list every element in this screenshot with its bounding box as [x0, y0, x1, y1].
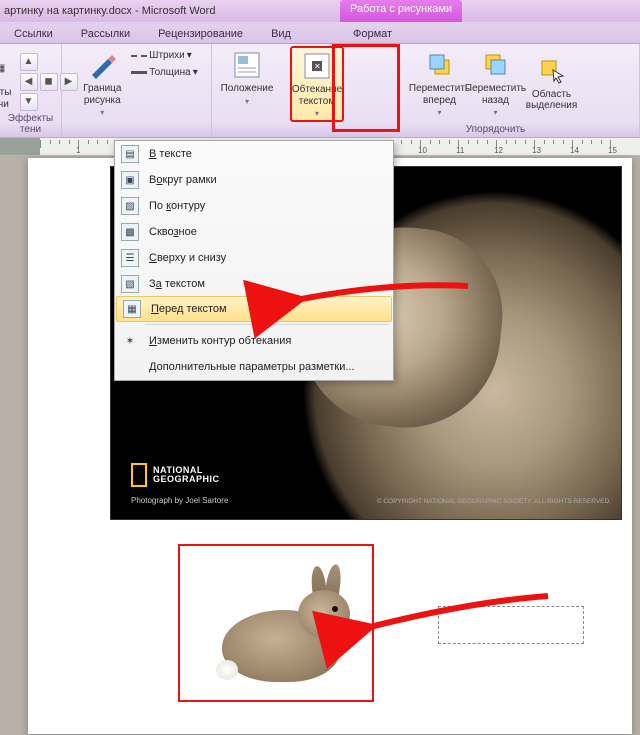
tab-mailings[interactable]: Рассылки [67, 25, 144, 43]
send-backward-icon [480, 49, 512, 81]
selection-pane-icon [536, 55, 568, 87]
infront-icon: ▦ [123, 300, 141, 318]
menu-item-edit-wrap-points[interactable]: ✶Изменить контур обтекания [115, 328, 393, 354]
annotation-arrow-to-rabbit [358, 590, 558, 650]
menu-item-topbottom[interactable]: ☰Сверху и снизу [115, 245, 393, 271]
position-button[interactable]: Положение▾ [220, 46, 274, 109]
shadow-icon: ▦ [0, 53, 17, 85]
titlebar: артинку на картинку.docx - Microsoft Wor… [0, 0, 640, 22]
nudge-down-button[interactable]: ▼ [20, 93, 38, 111]
shadow-effects-button[interactable]: ▦ екты ени [0, 50, 18, 113]
square-icon: ▣ [121, 171, 139, 189]
photo-copyright: © COPYRIGHT NATIONAL GEOGRAPHIC SOCIETY.… [377, 498, 611, 505]
tab-references[interactable]: Ссылки [0, 25, 67, 43]
tab-format[interactable]: Формат [339, 25, 406, 43]
menu-item-inline[interactable]: ▤В тексте [115, 141, 393, 167]
topbottom-icon: ☰ [121, 249, 139, 267]
through-icon: ▩ [121, 223, 139, 241]
rabbit-illustration [196, 564, 356, 690]
contextual-tab-group: Работа с рисунками [340, 0, 462, 22]
tab-view[interactable]: Вид [257, 25, 305, 43]
group-shadow-effects: ▦ екты ени ▲ ◀ ◼ ▶ ▼ Эффекты тени [0, 44, 62, 137]
weight-button[interactable]: Толщина ▾ [131, 67, 197, 78]
menu-separator [145, 324, 389, 325]
group-position: Положение▾ [212, 44, 282, 137]
menu-item-more-layout[interactable]: Дополнительные параметры разметки... [115, 354, 393, 380]
edit-points-icon: ✶ [121, 332, 139, 350]
selection-pane-button[interactable]: Область выделения [525, 52, 579, 115]
photo-credit: Photograph by Joel Sartore [131, 496, 228, 505]
natgeo-logo: NATIONAL GEOGRAPHIC [131, 463, 220, 487]
ribbon-tabs: Ссылки Рассылки Рецензирование Вид Форма… [0, 22, 640, 44]
window-title: артинку на картинку.docx - Microsoft Wor… [0, 5, 215, 17]
nudge-center-button[interactable]: ◼ [40, 73, 58, 91]
inline-icon: ▤ [121, 145, 139, 163]
natgeo-border-icon [131, 463, 147, 487]
group-wrap: ✕ Обтекание текстом▾ [282, 44, 352, 137]
behind-icon: ▧ [121, 275, 139, 293]
tight-icon: ▨ [121, 197, 139, 215]
group-border: Граница рисунка▾ Штрихи ▾ Толщина ▾ [62, 44, 212, 137]
bring-forward-button[interactable]: Переместить вперед▾ [413, 46, 467, 120]
picture-border-button[interactable]: Граница рисунка▾ [75, 46, 129, 120]
text-wrapping-button[interactable]: ✕ Обтекание текстом▾ [290, 46, 344, 122]
nudge-up-button[interactable]: ▲ [20, 53, 38, 71]
text-wrapping-menu: ▤В тексте ▣Вокруг рамки ▨По контуру ▩Скв… [114, 140, 394, 381]
position-icon [231, 49, 263, 81]
menu-item-through[interactable]: ▩Сквозное [115, 219, 393, 245]
nudge-left-button[interactable]: ◀ [20, 73, 38, 91]
tab-review[interactable]: Рецензирование [144, 25, 257, 43]
pencil-icon [86, 49, 118, 81]
bring-forward-icon [424, 49, 456, 81]
send-backward-button[interactable]: Переместить назад▾ [469, 46, 523, 120]
menu-item-square[interactable]: ▣Вокруг рамки [115, 167, 393, 193]
dashes-button[interactable]: Штрихи ▾ [131, 50, 197, 61]
group-arrange: Переместить вперед▾ Переместить назад▾ О… [352, 44, 640, 137]
annotation-arrow-to-menu [288, 276, 478, 316]
menu-item-tight[interactable]: ▨По контуру [115, 193, 393, 219]
wrap-icon: ✕ [301, 50, 333, 82]
group-label-shadow: Эффекты тени [0, 113, 61, 135]
rabbit-image-selected[interactable] [178, 544, 374, 702]
ribbon: ▦ екты ени ▲ ◀ ◼ ▶ ▼ Эффекты тени Границ… [0, 44, 640, 138]
group-label-arrange: Упорядочить [352, 124, 639, 135]
svg-text:✕: ✕ [314, 62, 321, 71]
